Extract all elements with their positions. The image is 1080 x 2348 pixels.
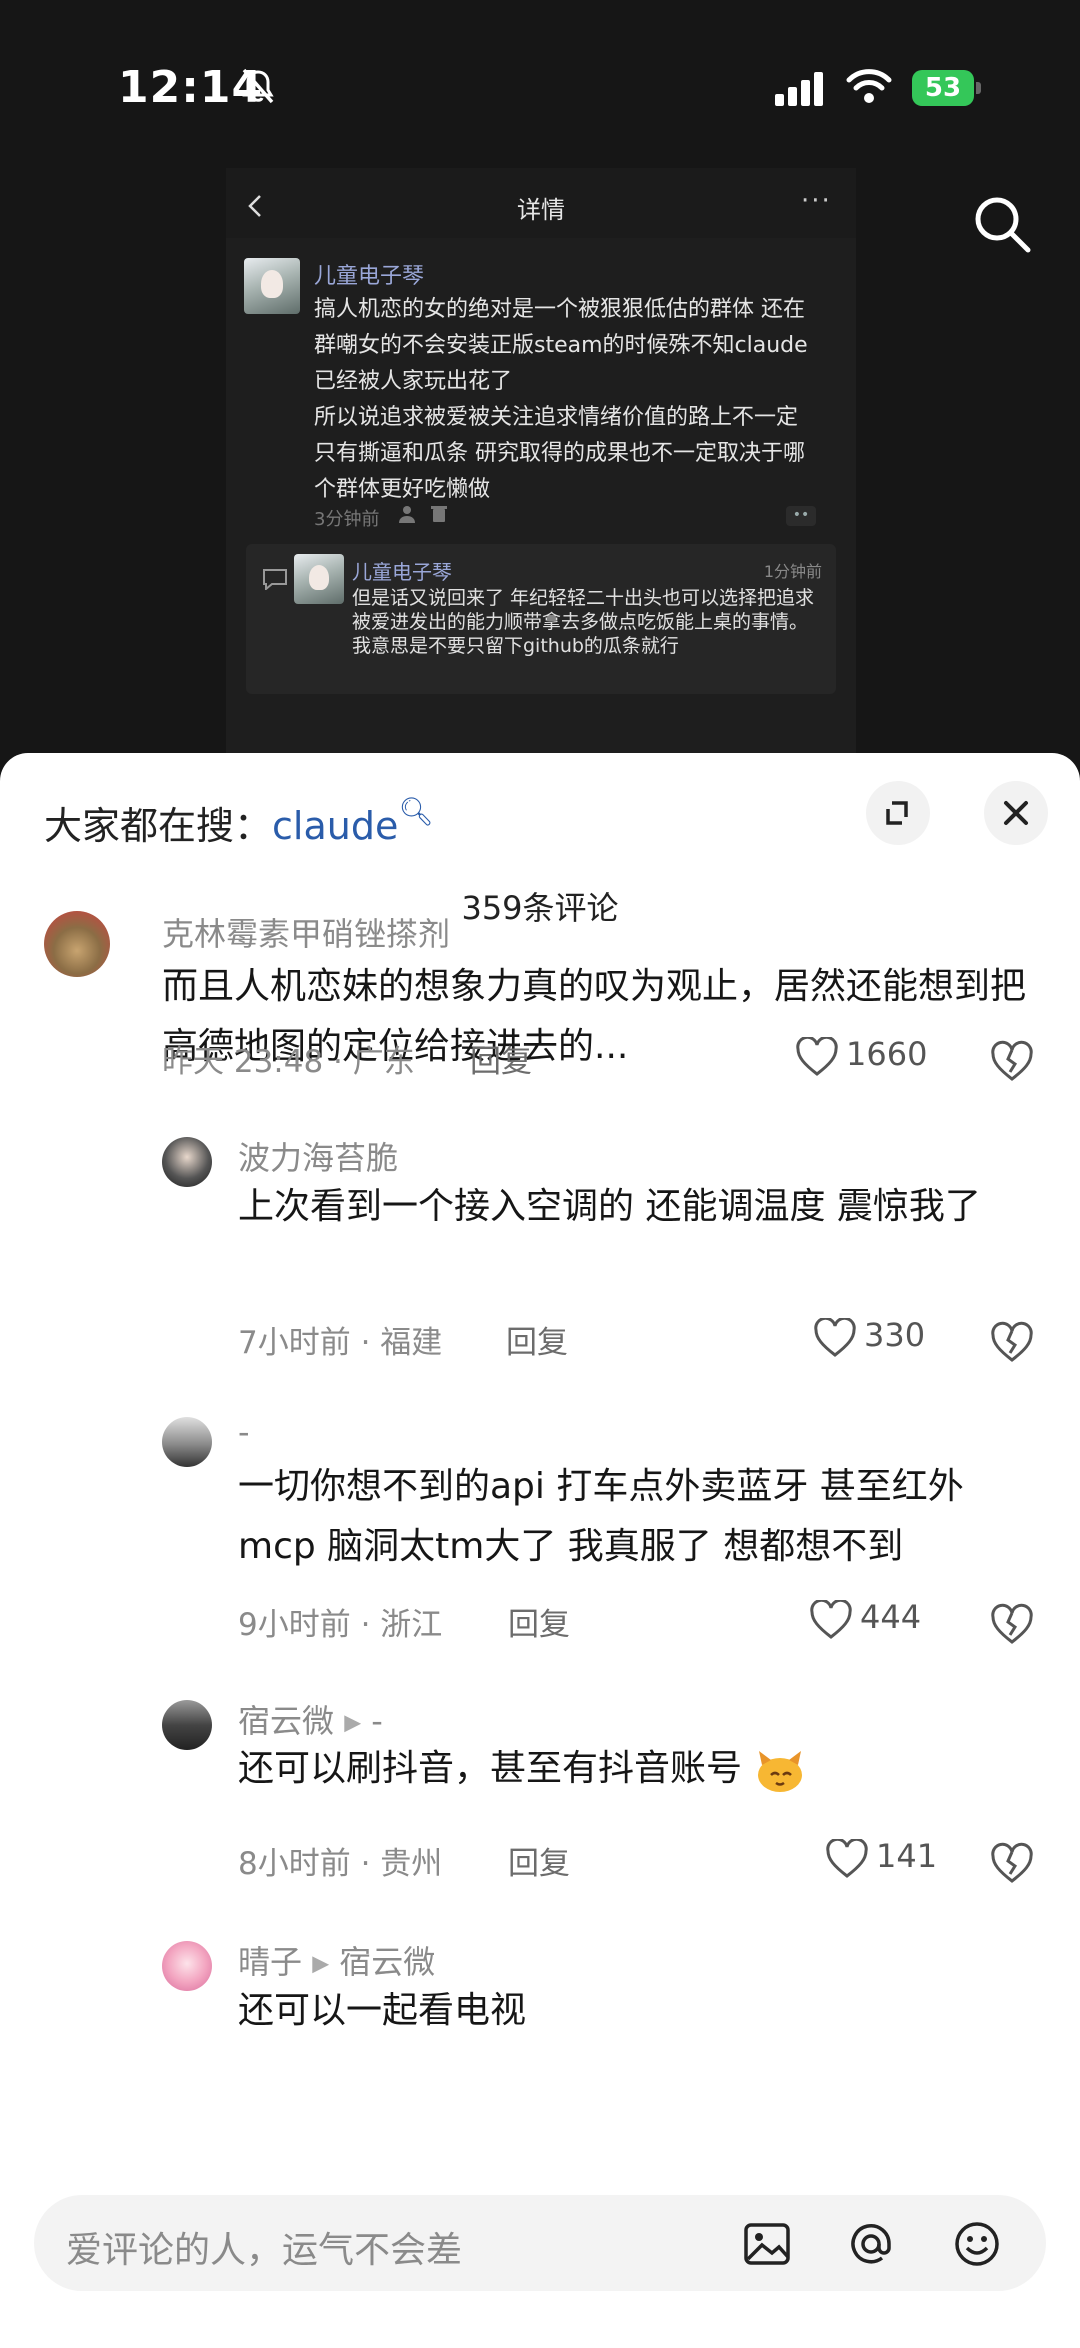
broken-heart-icon[interactable] — [990, 1841, 1034, 1885]
comment-text[interactable]: 还可以刷抖音，甚至有抖音账号 — [238, 1739, 1038, 1799]
search-icon[interactable] — [970, 192, 1034, 256]
comment-meta: 8小时前 · 贵州 — [238, 1846, 443, 1882]
comment-author-name[interactable]: 克林霉素甲硝锉搽剂 — [162, 909, 450, 955]
comment-avatar[interactable] — [44, 911, 110, 977]
comment-sheet: 大家都在搜：claude🔍︎ 359条评论 克林霉素甲硝锉搽剂 而且人机恋妹的想… — [0, 753, 1080, 2348]
person-icon — [399, 506, 415, 523]
more-dots-icon: ··· — [801, 186, 832, 216]
comment-author-label: 晴子 — [238, 1943, 303, 1981]
emoji-icon[interactable] — [952, 2219, 1002, 2269]
comment-text[interactable]: 上次看到一个接入空调的 还能调温度 震惊我了 — [238, 1177, 1028, 1237]
image-icon[interactable] — [742, 2219, 792, 2269]
comment-author-name[interactable]: 宿云微 ▶ - — [238, 1696, 383, 1742]
heart-icon — [796, 1037, 838, 1076]
post-action-icons — [398, 505, 448, 528]
reply-to-arrow-icon: ▶ — [312, 1951, 330, 1977]
expand-icon — [886, 801, 908, 825]
expand-button[interactable] — [866, 781, 930, 845]
comment-input-field[interactable]: 爱评论的人，运气不会差 — [34, 2195, 1046, 2291]
embedded-screenshot[interactable]: 详情 ··· 儿童电子琴 搞人机恋的女的绝对是一个被狠狠低估的群体 还在群嘲女的… — [226, 168, 856, 753]
comment-text[interactable]: 还可以一起看电视 — [238, 1981, 1038, 2041]
reply-author-name: 儿童电子琴 — [352, 560, 452, 584]
hot-search-bar[interactable]: 大家都在搜：claude🔍︎ — [44, 795, 434, 850]
hot-search-keyword[interactable]: claude — [272, 804, 398, 848]
post-author-avatar — [244, 258, 300, 314]
heart-icon — [810, 1600, 852, 1639]
like-count: 141 — [876, 1837, 938, 1875]
like-count: 444 — [860, 1598, 922, 1636]
comment-avatar[interactable] — [162, 1700, 212, 1750]
like-count: 330 — [864, 1316, 926, 1354]
hot-search-prefix: 大家都在搜： — [44, 804, 273, 848]
comment-avatar[interactable] — [162, 1941, 212, 1991]
post-author-name: 儿童电子琴 — [314, 264, 425, 289]
reply-author-avatar — [294, 554, 344, 604]
comment-author-label: 宿云微 — [238, 1702, 335, 1740]
bell-off-icon — [242, 68, 274, 104]
battery-level: 53 — [924, 73, 962, 103]
comment-meta: 昨天 23:48 · 广东 — [162, 1044, 415, 1080]
reply-button[interactable]: 回复 — [470, 1036, 532, 1081]
close-button[interactable] — [984, 781, 1048, 845]
like-button[interactable]: 141 — [826, 1837, 946, 1881]
reply-to-name: 宿云微 — [339, 1943, 436, 1981]
reply-button[interactable]: 回复 — [508, 1838, 570, 1883]
reply-to-name: - — [371, 1702, 383, 1740]
broken-heart-icon[interactable] — [990, 1320, 1034, 1364]
hot-search-magnifier-icon: 🔍︎ — [398, 795, 434, 828]
battery-tip — [976, 82, 981, 94]
close-icon — [1004, 801, 1028, 825]
heart-icon — [826, 1839, 868, 1878]
cellular-signal-icon — [775, 72, 823, 106]
reply-time: 1分钟前 — [763, 562, 822, 581]
like-button[interactable]: 330 — [814, 1316, 944, 1360]
comment-avatar[interactable] — [162, 1137, 212, 1187]
post-time: 3分钟前 — [314, 509, 380, 530]
comment-author-name[interactable]: - — [238, 1413, 250, 1451]
like-count: 1660 — [846, 1035, 928, 1073]
mention-icon[interactable] — [846, 2219, 896, 2269]
comment-author-name[interactable]: 波力海苔脆 — [238, 1133, 398, 1179]
heart-icon — [814, 1318, 856, 1357]
comment-avatar[interactable] — [162, 1417, 212, 1467]
comment-meta: 9小时前 · 浙江 — [238, 1607, 443, 1643]
screenshot-title: 详情 — [517, 196, 565, 224]
comment-text-body: 还可以刷抖音，甚至有抖音账号 — [238, 1748, 743, 1789]
wifi-icon — [846, 69, 892, 103]
broken-heart-icon[interactable] — [990, 1039, 1034, 1083]
reply-box: 儿童电子琴 1分钟前 但是话又说回来了 年纪轻轻二十出头也可以选择把追求被爱进发… — [246, 544, 836, 694]
emoji-sticker-icon — [758, 1751, 803, 1792]
comment-author-name[interactable]: 晴子 ▶ 宿云微 — [238, 1937, 435, 1983]
reply-text: 但是话又说回来了 年纪轻轻二十出头也可以选择把追求被爱进发出的能力顺带拿去多做点… — [352, 587, 815, 657]
post-more-button: •• — [786, 506, 816, 526]
broken-heart-icon[interactable] — [990, 1602, 1034, 1646]
comment-input-placeholder: 爱评论的人，运气不会差 — [66, 2230, 463, 2271]
comment-input-bar: 爱评论的人，运气不会差 — [0, 2173, 1080, 2348]
trash-icon — [430, 506, 447, 522]
screenshot-header: 详情 ··· — [226, 168, 856, 238]
reply-button[interactable]: 回复 — [506, 1317, 568, 1362]
reply-to-arrow-icon: ▶ — [344, 1710, 362, 1736]
comment-bubble-icon — [263, 569, 287, 590]
comment-meta: 7小时前 · 福建 — [238, 1325, 443, 1361]
like-button[interactable]: 1660 — [796, 1035, 946, 1079]
comment-text[interactable]: 一切你想不到的api 打车点外卖蓝牙 甚至红外mcp 脑洞太tm大了 我真服了 … — [238, 1457, 1038, 1577]
post-text: 搞人机恋的女的绝对是一个被狠狠低估的群体 还在群嘲女的不会安装正版steam的时… — [314, 297, 808, 502]
like-button[interactable]: 444 — [810, 1598, 940, 1642]
reply-button[interactable]: 回复 — [508, 1599, 570, 1644]
battery-indicator: 53 — [912, 70, 982, 106]
